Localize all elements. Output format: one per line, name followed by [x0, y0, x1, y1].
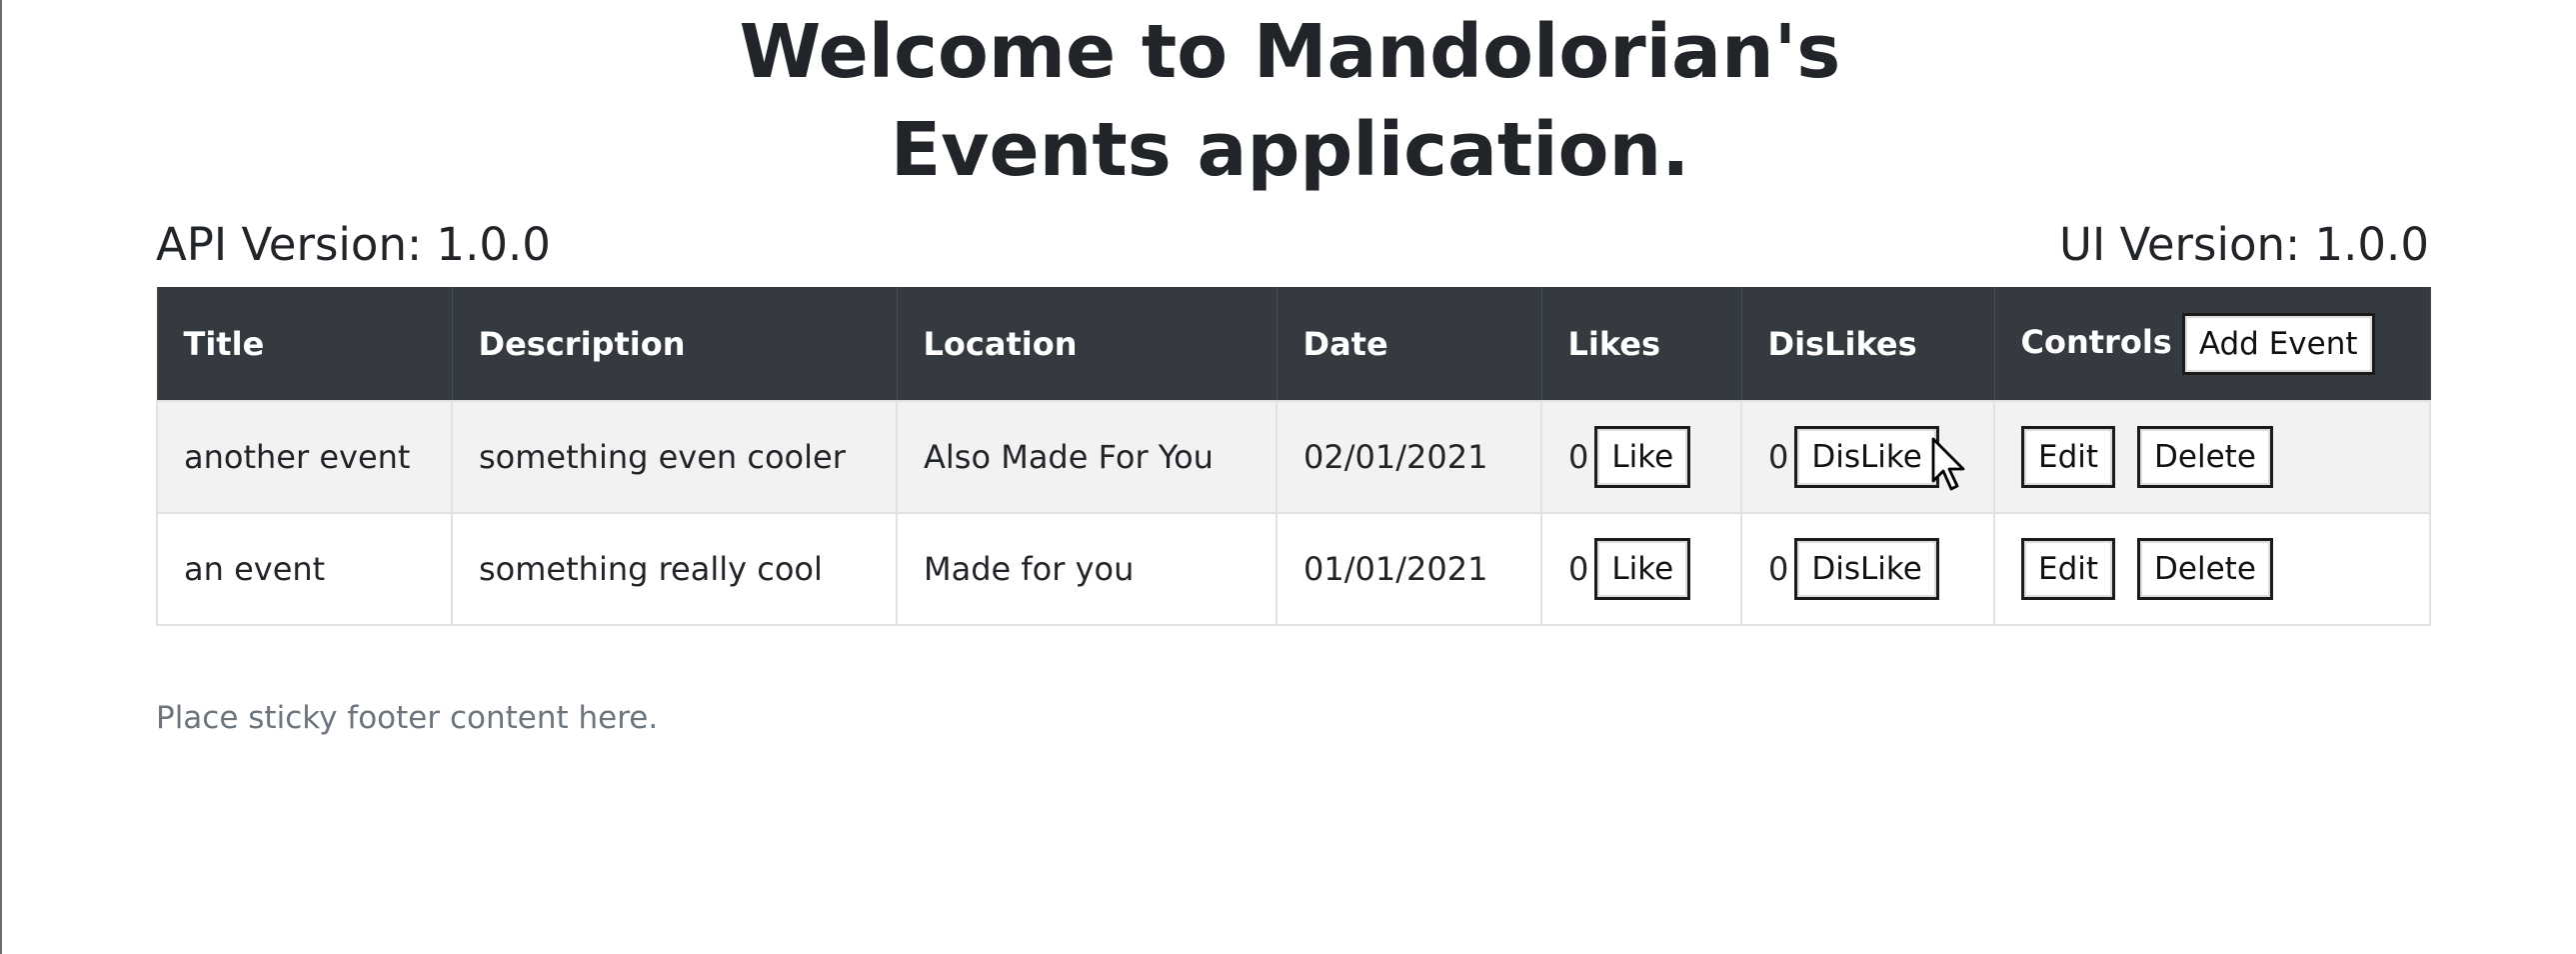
- page-title: Welcome to Mandolorian's Events applicat…: [2, 0, 2576, 199]
- like-button[interactable]: Like: [1594, 538, 1691, 600]
- likes-count: 0: [1568, 550, 1589, 588]
- version-bar: API Version: 1.0.0 UI Version: 1.0.0: [156, 210, 2429, 280]
- dislikes-cell: 0 DisLike: [1740, 512, 1995, 626]
- likes-count: 0: [1568, 438, 1589, 476]
- controls-cell: Edit Delete: [1993, 512, 2431, 626]
- events-table: Title Description Location Date Likes Di…: [156, 287, 2431, 626]
- likes-cell: 0 Like: [1540, 400, 1742, 514]
- controls-cell: Edit Delete: [1993, 400, 2431, 514]
- delete-button[interactable]: Delete: [2137, 538, 2273, 600]
- column-header-description: Description: [451, 287, 898, 401]
- table-row: another event something even cooler Also…: [156, 400, 2431, 514]
- column-header-controls: Controls Add Event: [1993, 287, 2431, 401]
- dislike-button[interactable]: DisLike: [1794, 426, 1939, 488]
- column-header-title: Title: [156, 287, 453, 401]
- event-title: an event: [156, 512, 453, 626]
- dislikes-count: 0: [1768, 438, 1789, 476]
- like-button[interactable]: Like: [1594, 426, 1691, 488]
- app-page: Welcome to Mandolorian's Events applicat…: [0, 0, 2576, 954]
- edit-button[interactable]: Edit: [2021, 426, 2116, 488]
- table-header-row: Title Description Location Date Likes Di…: [156, 287, 2431, 401]
- column-header-likes: Likes: [1540, 287, 1742, 401]
- column-header-date: Date: [1276, 287, 1542, 401]
- event-date: 01/01/2021: [1276, 512, 1542, 626]
- page-title-line-2: Events application.: [890, 107, 1690, 193]
- edit-button[interactable]: Edit: [2021, 538, 2116, 600]
- sticky-footer: Place sticky footer content here.: [156, 700, 659, 736]
- event-location: Also Made For You: [896, 400, 1278, 514]
- event-title: another event: [156, 400, 453, 514]
- event-date: 02/01/2021: [1276, 400, 1542, 514]
- table-row: an event something really cool Made for …: [156, 512, 2431, 626]
- event-location: Made for you: [896, 512, 1278, 626]
- mouse-pointer-icon: [1931, 437, 1965, 491]
- event-description: something even cooler: [451, 400, 898, 514]
- column-header-dislikes: DisLikes: [1740, 287, 1995, 401]
- controls-label: Controls: [2020, 322, 2172, 361]
- likes-cell: 0 Like: [1540, 512, 1742, 626]
- page-title-line-1: Welcome to Mandolorian's: [739, 9, 1841, 95]
- dislike-button[interactable]: DisLike: [1794, 538, 1939, 600]
- dislikes-count: 0: [1768, 550, 1789, 588]
- event-description: something really cool: [451, 512, 898, 626]
- add-event-button[interactable]: Add Event: [2181, 312, 2375, 375]
- ui-version: UI Version: 1.0.0: [2059, 218, 2429, 271]
- delete-button[interactable]: Delete: [2137, 426, 2273, 488]
- api-version: API Version: 1.0.0: [156, 218, 551, 271]
- column-header-location: Location: [896, 287, 1278, 401]
